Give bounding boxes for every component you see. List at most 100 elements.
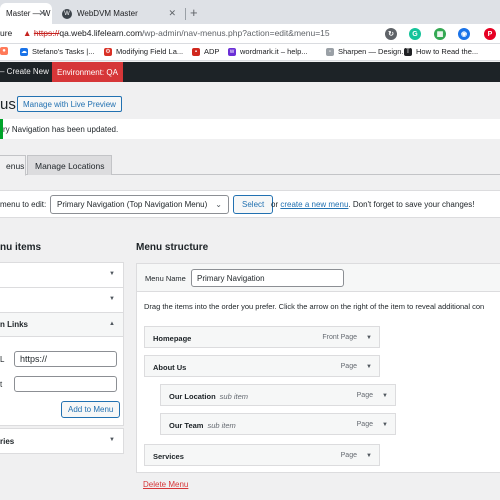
menu-item-type: Front Page [322, 334, 357, 341]
accordion-header[interactable]: n Links ▲ [0, 313, 123, 337]
menu-name-input[interactable]: Primary Navigation [191, 269, 344, 287]
close-tab-icon[interactable]: ✕ [168, 8, 176, 19]
menu-item[interactable]: Our Location sub item Page ▼ [160, 384, 396, 406]
notice-text: ry Navigation has been updated. [3, 125, 119, 134]
triangle-down-icon: ▼ [109, 271, 115, 277]
triangle-down-icon[interactable]: ▼ [366, 335, 372, 341]
menu-item-title: About Us [153, 363, 187, 372]
wordpress-icon: W [62, 8, 72, 19]
settings-icon: ⚙ [104, 47, 112, 56]
success-notice: ry Navigation has been updated. [0, 119, 500, 139]
sync-icon[interactable]: ↻ [385, 28, 397, 40]
posts-accordion[interactable]: ▼ [0, 287, 124, 313]
bookmark-item[interactable]: ▪ ADP [192, 47, 219, 56]
url-label: L [0, 355, 5, 364]
menu-item-title: Our Team sub item [169, 421, 236, 430]
menu-name-row: Menu Name Primary Navigation [137, 264, 500, 292]
create-new-menu-link[interactable]: create a new menu [280, 200, 348, 209]
grammarly-icon[interactable]: G [409, 28, 421, 40]
bookmark-item[interactable]: w wordmark.it – help... [228, 47, 308, 56]
add-menu-items-title: nu items [0, 242, 42, 253]
bookmark-label: Sharpen — Design... [338, 47, 408, 56]
or-text: or [271, 200, 279, 209]
page-icon: ▫ [326, 47, 334, 56]
url-path: /wp-admin/nav-menus.php?action=edit&menu… [142, 28, 330, 38]
menu-item[interactable]: About Us Page ▼ [144, 355, 380, 377]
url-input[interactable]: https:// [14, 351, 117, 367]
bookmark-label: wordmark.it – help... [240, 47, 308, 56]
adp-icon: ▪ [192, 47, 200, 56]
wp-admin-bar: – Create New Environment: QA [0, 62, 500, 82]
tab-divider [185, 8, 186, 20]
url-field[interactable]: ure ▲ https://qa.web4.lifelearn.com/wp-a… [0, 28, 330, 38]
nav-tabs: enus Manage Locations [0, 155, 500, 176]
pages-accordion[interactable]: ▼ [0, 262, 124, 288]
menu-item-type: Page [340, 363, 357, 370]
browser-tab[interactable]: W WebDVM Master ✕ [56, 3, 182, 24]
menu-item[interactable]: Our Team sub item Page ▼ [160, 413, 396, 435]
accordion-header[interactable]: ▼ [0, 263, 123, 287]
environment-badge: Environment: QA [52, 62, 123, 82]
link-text-label: t [0, 380, 3, 389]
triangle-down-icon[interactable]: ▼ [366, 453, 372, 459]
extension-icon[interactable]: ◉ [458, 28, 470, 40]
categories-header: ries [0, 436, 15, 446]
triangle-down-icon: ▼ [109, 296, 115, 302]
accordion-header[interactable]: ▼ [0, 288, 123, 312]
link-text-input[interactable] [14, 376, 117, 392]
chevron-down-icon: ⌄ [215, 200, 222, 209]
pinterest-icon[interactable]: P [484, 28, 496, 40]
menu-item[interactable]: Services Page ▼ [144, 444, 380, 466]
browser-tab-strip: Master — W ✕ W WebDVM Master ✕ + [0, 0, 500, 24]
triangle-down-icon[interactable]: ▼ [366, 364, 372, 370]
menu-item-type: Page [356, 392, 373, 399]
live-preview-button[interactable]: Manage with Live Preview [17, 96, 122, 112]
menu-item-sub-label: sub item [207, 421, 236, 430]
categories-accordion[interactable]: ries ▼ [0, 428, 124, 454]
bookmark-item[interactable]: T How to Read the... [404, 47, 478, 56]
menu-select-row: menu to edit: Primary Navigation (Top Na… [0, 190, 500, 218]
bookmark-item[interactable]: ● [0, 47, 12, 55]
bookmark-item[interactable]: ⚙ Modifying Field La... [104, 47, 183, 56]
menu-item[interactable]: Homepage Front Page ▼ [144, 326, 380, 348]
add-to-menu-button[interactable]: Add to Menu [61, 401, 121, 418]
bookmark-label: Stefano's Tasks |... [32, 47, 95, 56]
url-scheme: https:// [33, 28, 60, 38]
accordion-header[interactable]: ries ▼ [0, 429, 123, 453]
custom-links-header: n Links [0, 320, 29, 329]
tab-edit-menus[interactable]: enus [0, 155, 26, 176]
bookmark-item[interactable]: ☁ Stefano's Tasks |... [20, 47, 94, 56]
triangle-down-icon: ▼ [109, 437, 115, 443]
tab-label: WebDVM Master [77, 9, 138, 18]
wordmark-icon: w [228, 47, 236, 56]
menu-select-value: Primary Navigation (Top Navigation Menu) [57, 200, 208, 209]
tab-manage-locations[interactable]: Manage Locations [27, 155, 113, 175]
bookmark-label: How to Read the... [416, 47, 479, 56]
nyt-icon: T [404, 47, 412, 56]
create-new-link[interactable]: – Create New [0, 67, 49, 76]
page-title: us [0, 96, 16, 113]
browser-tab-active[interactable]: Master — W ✕ [0, 3, 52, 24]
triangle-down-icon[interactable]: ▼ [382, 422, 388, 428]
hubspot-icon: ● [0, 47, 8, 55]
drag-instructions: Drag the items into the order you prefer… [144, 302, 485, 311]
insecure-lock-icon: ▲ [23, 28, 32, 38]
url-host: qa.web4.lifelearn.com [59, 28, 143, 38]
main-content: us Manage with Live Preview ry Navigatio… [0, 82, 500, 500]
bookmark-item[interactable]: ▫ Sharpen — Design... [326, 47, 408, 56]
menu-name-label: Menu Name [145, 274, 186, 283]
menu-structure-title: Menu structure [136, 242, 209, 253]
select-button[interactable]: Select [233, 195, 274, 214]
grid-icon[interactable]: ▦ [434, 28, 446, 40]
new-tab-icon[interactable]: + [190, 5, 198, 20]
bookmark-label: ADP [204, 47, 220, 56]
triangle-down-icon[interactable]: ▼ [382, 393, 388, 399]
close-tab-icon[interactable]: ✕ [38, 8, 46, 19]
delete-menu-link[interactable]: Delete Menu [143, 480, 188, 489]
select-row-help: or create a new menu. Don't forget to sa… [271, 200, 474, 209]
menu-structure-panel: Menu Name Primary Navigation Drag the it… [136, 263, 500, 489]
menu-select-label: menu to edit: [0, 200, 47, 209]
menu-select-dropdown[interactable]: Primary Navigation (Top Navigation Menu)… [50, 195, 229, 214]
menu-item-title: Our Location sub item [169, 392, 248, 401]
menu-item-title: Services [153, 452, 184, 461]
